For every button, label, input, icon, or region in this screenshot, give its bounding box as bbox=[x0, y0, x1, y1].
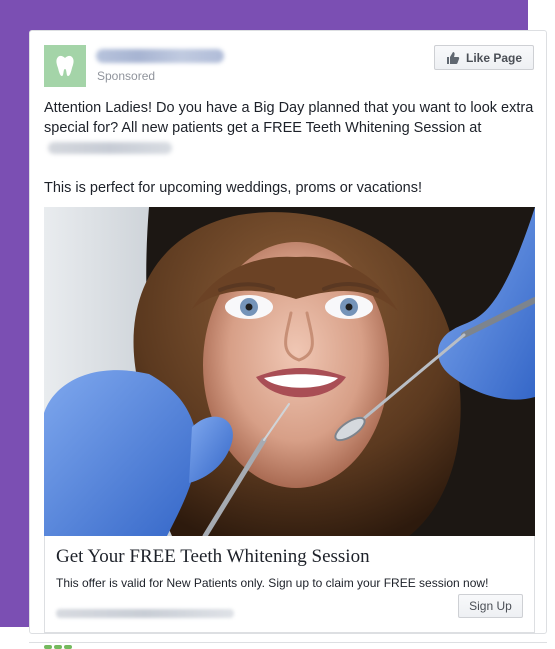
url-redacted bbox=[56, 609, 234, 618]
ad-description: This offer is valid for New Patients onl… bbox=[56, 576, 489, 590]
page-avatar[interactable] bbox=[44, 45, 86, 87]
thumbs-up-icon bbox=[446, 51, 460, 64]
sponsored-label: Sponsored bbox=[97, 69, 156, 83]
post-body-line2: This is perfect for upcoming weddings, p… bbox=[44, 180, 422, 196]
ad-image[interactable] bbox=[44, 207, 535, 536]
sponsored-post-card: Sponsored Like Page Attention Ladies! Do… bbox=[29, 30, 547, 634]
ad-headline[interactable]: Get Your FREE Teeth Whitening Session bbox=[56, 546, 370, 568]
like-page-button[interactable]: Like Page bbox=[434, 45, 534, 70]
ad-link-box[interactable]: Get Your FREE Teeth Whitening Session Th… bbox=[44, 536, 535, 633]
left-glove bbox=[44, 370, 198, 536]
like-page-label: Like Page bbox=[465, 50, 523, 65]
sign-up-button[interactable]: Sign Up bbox=[458, 594, 523, 618]
business-name-redacted bbox=[48, 142, 172, 155]
reaction-icon bbox=[64, 645, 72, 649]
reaction-icons bbox=[44, 645, 72, 649]
post-body-line1: Attention Ladies! Do you have a Big Day … bbox=[44, 100, 534, 136]
post-body-first-paragraph: Attention Ladies! Do you have a Big Day … bbox=[44, 98, 534, 158]
dental-photo bbox=[44, 207, 535, 536]
tooth-icon bbox=[56, 55, 74, 76]
page-name-redacted[interactable] bbox=[96, 49, 224, 63]
reaction-icon bbox=[44, 645, 52, 649]
post-header: Sponsored Like Page bbox=[44, 45, 534, 87]
post-text: Attention Ladies! Do you have a Big Day … bbox=[44, 98, 534, 198]
reaction-icon bbox=[54, 645, 62, 649]
next-card-edge bbox=[29, 642, 547, 649]
